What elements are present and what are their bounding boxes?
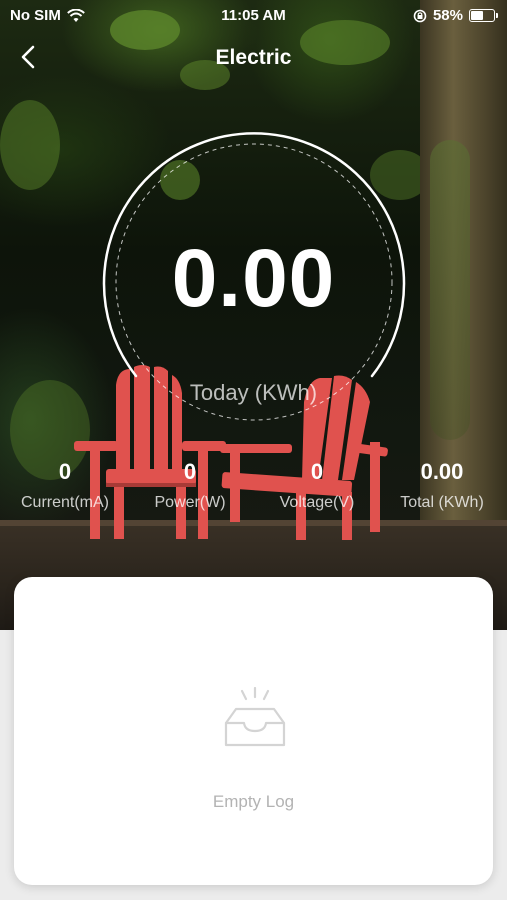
battery-icon	[469, 9, 498, 22]
stat-power-value: 0	[183, 459, 197, 484]
stat-power-label: Power(W)	[154, 494, 226, 511]
nav-bar: Electric	[0, 38, 507, 78]
stats-row: 0 Current(mA) 0 Power(W) 0 Voltage(V) 0.…	[0, 456, 507, 526]
empty-inbox-icon	[224, 687, 286, 747]
stat-power: 0 Power(W)	[125, 456, 255, 512]
status-bar: No SIM 11:05 AM 58%	[0, 0, 507, 30]
battery-level	[471, 11, 483, 20]
today-energy-value: 0.00	[171, 233, 336, 324]
page-title: Electric	[215, 46, 292, 69]
today-energy-label: Today (KWh)	[189, 380, 318, 405]
stat-voltage-label: Voltage(V)	[279, 494, 355, 511]
stat-current-value: 0	[58, 459, 72, 484]
stat-total: 0.00 Total (KWh)	[377, 456, 507, 512]
stat-current-label: Current(mA)	[20, 494, 109, 511]
stat-total-label: Total (KWh)	[400, 494, 484, 511]
battery-percent: 58%	[432, 7, 463, 24]
empty-log-text: Empty Log	[212, 792, 295, 811]
stat-voltage-value: 0	[310, 459, 324, 484]
stat-voltage: 0 Voltage(V)	[252, 456, 382, 512]
orientation-lock-icon	[413, 9, 427, 22]
stat-total-value: 0.00	[420, 459, 464, 484]
stat-current: 0 Current(mA)	[0, 456, 130, 512]
log-card: Empty Log	[14, 577, 493, 885]
status-right: 58%	[413, 7, 498, 24]
